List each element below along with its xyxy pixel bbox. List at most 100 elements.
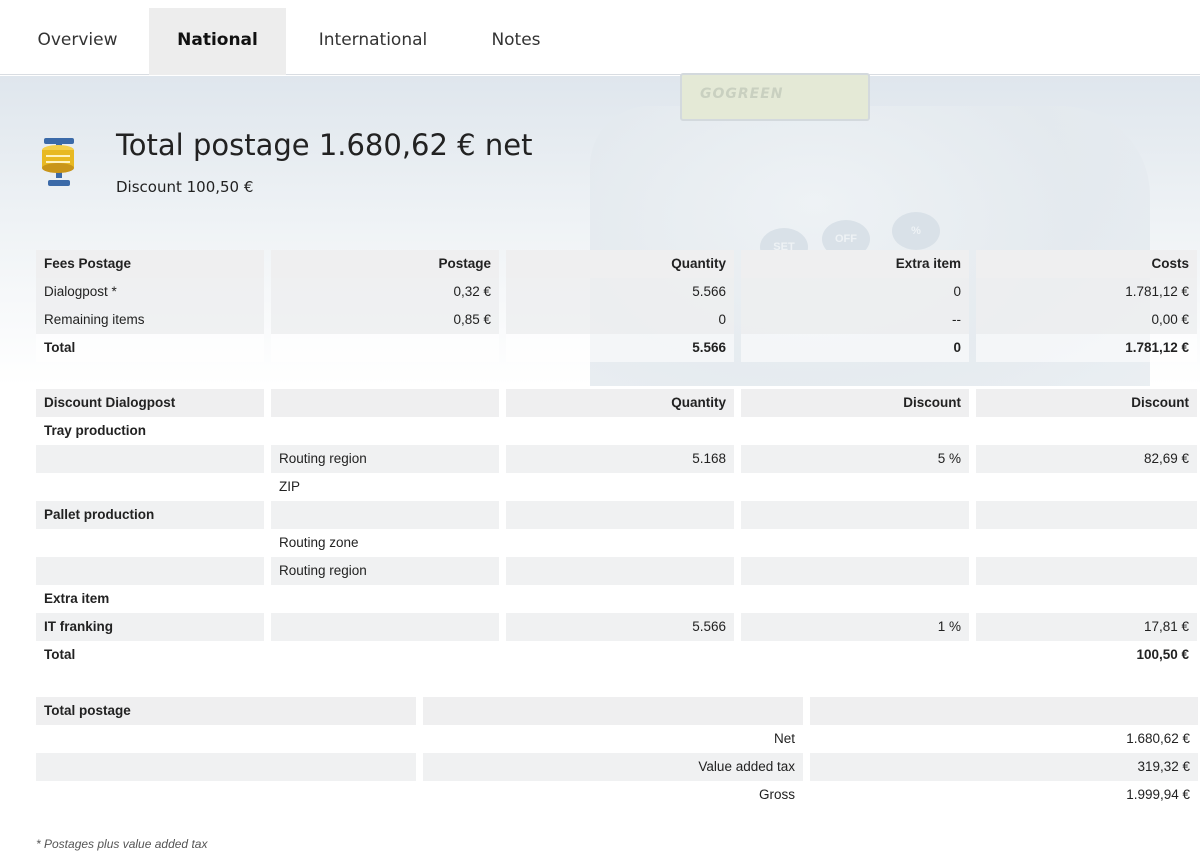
table-cell (976, 473, 1197, 501)
column-header: Discount Dialogpost (36, 389, 264, 417)
table-cell: 0,00 € (976, 306, 1197, 334)
table-cell (36, 753, 416, 781)
table-cell (506, 473, 734, 501)
table-cell: IT franking (36, 613, 264, 641)
table-row: Routing zone (36, 529, 1197, 557)
column-header (423, 697, 803, 725)
table-cell: 82,69 € (976, 445, 1197, 473)
table-cell (976, 417, 1197, 445)
table-cell (741, 417, 969, 445)
table-cell: 1.680,62 € (810, 725, 1198, 753)
table-cell: 1.781,12 € (976, 278, 1197, 306)
coin-press-icon (38, 132, 86, 192)
table-cell (741, 585, 969, 613)
footnote: * Postages plus value added tax (36, 837, 208, 851)
table-cell: 0,85 € (271, 306, 499, 334)
column-header: Fees Postage (36, 250, 264, 278)
table-cell (741, 529, 969, 557)
franking-machine-display-text: GOGREEN (700, 86, 784, 102)
table-cell (506, 501, 734, 529)
table-row: Value added tax 319,32 € (36, 753, 1198, 781)
table-cell (36, 557, 264, 585)
table-cell: 0 (741, 278, 969, 306)
table-cell: ZIP (271, 473, 499, 501)
table-total-row: Total 100,50 € (36, 641, 1197, 669)
table-cell: Total (36, 334, 264, 362)
column-header (271, 389, 499, 417)
table-cell (36, 445, 264, 473)
table-row: Gross 1.999,94 € (36, 781, 1198, 809)
table-row: Tray production (36, 417, 1197, 445)
discount-dialogpost-table: Discount Dialogpost Quantity Discount Di… (36, 389, 1197, 669)
table-cell: 100,50 € (976, 641, 1197, 669)
tab-overview[interactable]: Overview (20, 8, 135, 75)
table-cell: -- (741, 306, 969, 334)
table-cell (36, 781, 416, 809)
table-cell (506, 529, 734, 557)
table-cell: 0 (506, 306, 734, 334)
table-cell: Routing region (271, 557, 499, 585)
table-cell: 319,32 € (810, 753, 1198, 781)
table-cell: 5 % (741, 445, 969, 473)
table-cell: 1.781,12 € (976, 334, 1197, 362)
tab-national[interactable]: National (149, 8, 286, 75)
table-cell (271, 334, 499, 362)
column-header: Costs (976, 250, 1197, 278)
page-title: Total postage 1.680,62 € net (116, 128, 533, 162)
table-cell (976, 557, 1197, 585)
tab-international[interactable]: International (298, 8, 448, 75)
table-cell: 5.168 (506, 445, 734, 473)
table-header-row: Discount Dialogpost Quantity Discount Di… (36, 389, 1197, 417)
table-cell (741, 501, 969, 529)
column-header (810, 697, 1198, 725)
table-cell: 5.566 (506, 613, 734, 641)
table-row: Routing region 5.168 5 % 82,69 € (36, 445, 1197, 473)
table-cell: Routing zone (271, 529, 499, 557)
table-cell: 5.566 (506, 278, 734, 306)
table-cell (36, 473, 264, 501)
table-header-row: Fees Postage Postage Quantity Extra item… (36, 250, 1197, 278)
table-cell (271, 613, 499, 641)
column-header: Postage (271, 250, 499, 278)
table-row: Remaining items 0,85 € 0 -- 0,00 € (36, 306, 1197, 334)
table-cell (506, 641, 734, 669)
table-total-row: Total 5.566 0 1.781,12 € (36, 334, 1197, 362)
table-cell (271, 585, 499, 613)
table-cell: Value added tax (423, 753, 803, 781)
table-cell: Remaining items (36, 306, 264, 334)
table-cell (271, 641, 499, 669)
table-row: ZIP (36, 473, 1197, 501)
column-header: Quantity (506, 250, 734, 278)
table-row: Extra item (36, 585, 1197, 613)
table-cell: Pallet production (36, 501, 264, 529)
table-cell (271, 417, 499, 445)
table-cell (36, 725, 416, 753)
table-row: Routing region (36, 557, 1197, 585)
table-cell (976, 529, 1197, 557)
table-cell: Gross (423, 781, 803, 809)
table-row: Dialogpost * 0,32 € 5.566 0 1.781,12 € (36, 278, 1197, 306)
tab-notes[interactable]: Notes (472, 8, 560, 75)
table-cell (976, 501, 1197, 529)
table-row: Pallet production (36, 501, 1197, 529)
table-cell (506, 585, 734, 613)
table-cell: 0,32 € (271, 278, 499, 306)
fees-postage-table: Fees Postage Postage Quantity Extra item… (36, 250, 1197, 362)
total-postage-table: Total postage Net 1.680,62 € Value added… (36, 697, 1198, 809)
tab-bar: Overview National International Notes (0, 0, 1200, 75)
table-cell (506, 417, 734, 445)
column-header: Total postage (36, 697, 416, 725)
column-header: Discount (741, 389, 969, 417)
table-cell: 5.566 (506, 334, 734, 362)
table-row: Net 1.680,62 € (36, 725, 1198, 753)
column-header: Extra item (741, 250, 969, 278)
table-cell (36, 529, 264, 557)
column-header: Discount (976, 389, 1197, 417)
table-cell (741, 641, 969, 669)
table-cell (976, 585, 1197, 613)
table-cell: Routing region (271, 445, 499, 473)
table-cell: 17,81 € (976, 613, 1197, 641)
table-cell (271, 501, 499, 529)
table-cell (741, 557, 969, 585)
table-cell: Tray production (36, 417, 264, 445)
